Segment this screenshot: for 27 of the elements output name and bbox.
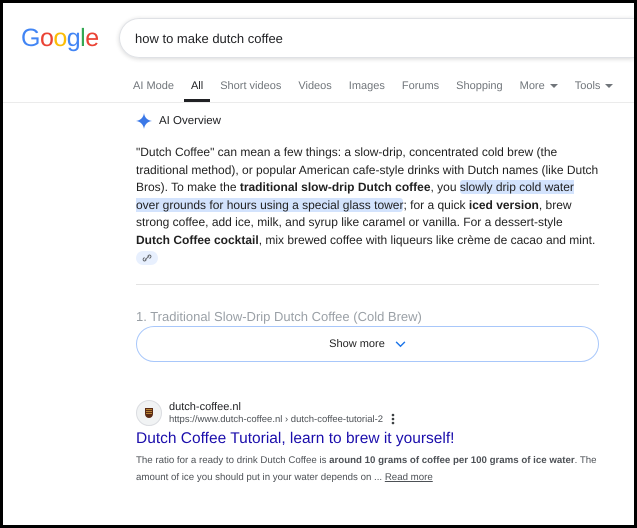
tab[interactable]: More [512, 74, 565, 102]
search-field[interactable]: how to make dutch coffee [119, 18, 634, 58]
tab[interactable]: Videos [291, 74, 339, 102]
ai-overview-title: AI Overview [159, 115, 221, 127]
site-name[interactable]: dutch-coffee.nl [169, 401, 396, 414]
tab[interactable]: AI Mode [126, 74, 181, 102]
tab[interactable]: Images [342, 74, 392, 102]
chevron-down-icon [394, 340, 406, 348]
tab[interactable]: Shopping [449, 74, 510, 102]
caret-icon [605, 84, 614, 88]
site-favicon-icon [136, 400, 162, 426]
result-snippet: The ratio for a ready to drink Dutch Coffee is around 10 grams of coffee per 100 grams of ice water. The amount of ice you should put in your water depends on ... Read more [136, 454, 598, 486]
read-more-link[interactable]: Read more [384, 472, 433, 484]
tab[interactable]: Short videos [213, 74, 288, 102]
result-url[interactable]: https://www.dutch-coffee.nl › dutch-coffee-tutorial-2 [169, 414, 384, 425]
tab[interactable]: All [184, 74, 210, 102]
result-title-link[interactable]: Dutch Coffee Tutorial, learn to brew it yourself! [136, 430, 599, 448]
show-more-button[interactable]: Show more [136, 326, 599, 362]
tab[interactable]: Forums [394, 74, 446, 102]
caret-icon [550, 84, 558, 88]
more-options-icon[interactable] [391, 413, 396, 426]
sparkle-icon [136, 113, 152, 129]
faded-heading: 1. Traditional Slow-Drip Dutch Coffee (Cold Brew) [136, 309, 423, 324]
tab[interactable]: Tools [568, 74, 620, 102]
overview-paragraph: "Dutch Coffee" can mean a few things: a slow-drip, concentrated cold brew (the traditional method), or popular American cafe-style drinks with Dutch names (like Dutch Bros). To make the traditional slow-drip Dutch coffee, you slowly drip cold water over grounds for hours using a special glass tower; for a quick iced version, brew strong coffee, add ice, milk, and syrup like caramel or vanilla. For a dessert-style Dutch Coffee cocktail, mix brewed coffee with liqueurs like crème de cacao and mint. [136, 144, 599, 268]
link-icon[interactable] [136, 250, 158, 265]
logo[interactable]: Google [21, 24, 119, 52]
